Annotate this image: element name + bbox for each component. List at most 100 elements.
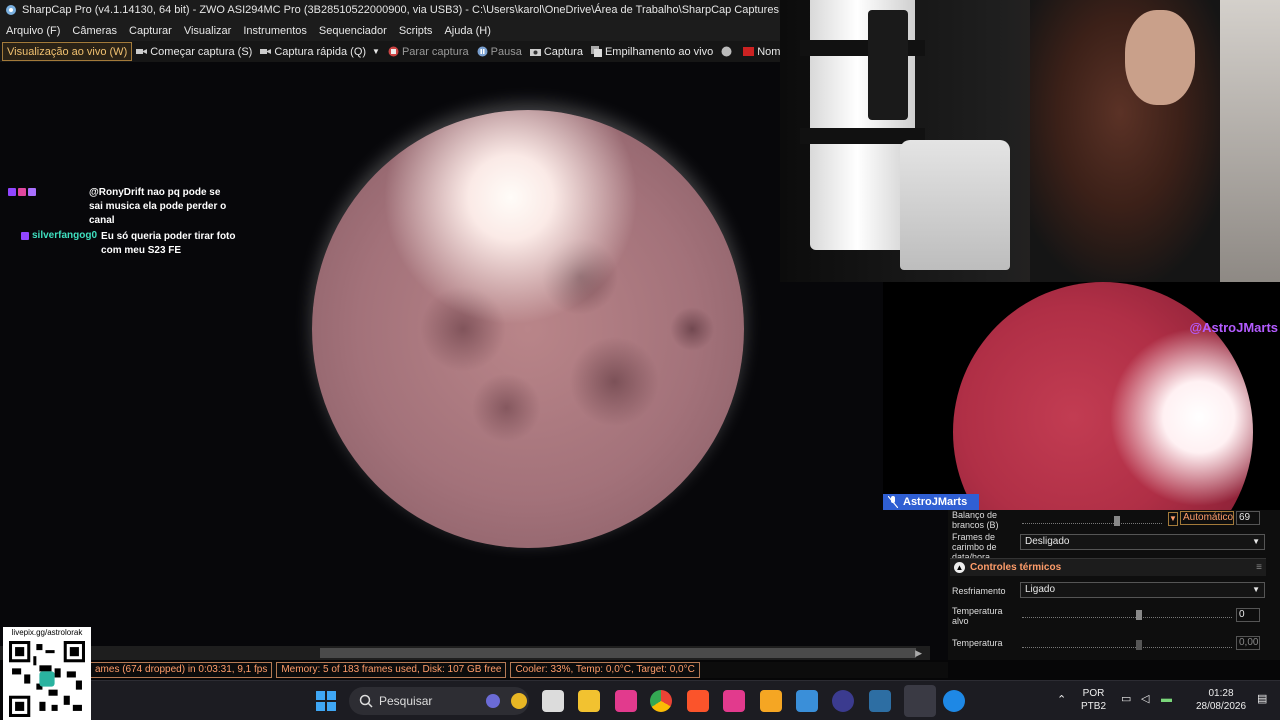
video-camera-icon [260,49,272,54]
start-capture-button[interactable]: Começar captura (S) [132,42,256,61]
photos-icon[interactable] [796,690,818,712]
temperature-label: Temperatura [952,638,1003,648]
moon-image [312,110,744,548]
thermal-controls-header[interactable]: ▲ Controles térmicos ≡ [950,558,1266,576]
pause-button[interactable]: Pausa [473,42,526,61]
snapshot-button[interactable]: Captura [526,42,587,61]
pause-label: Pausa [490,45,522,58]
white-balance-step-button[interactable]: ▼ [1168,512,1178,526]
chat-badges [8,188,36,228]
slider-knob[interactable] [1136,610,1142,620]
camera-icon [529,49,541,56]
app-pink-icon[interactable] [615,690,637,712]
live-stack-button[interactable]: Empilhamento ao vivo [587,42,717,61]
chat-username [39,186,85,228]
menu-cameras[interactable]: Câmeras [66,25,123,37]
chat-message: @RonyDrift nao pq pode se sai musica ela… [8,186,248,228]
chat-text: @RonyDrift nao pq pode se sai musica ela… [89,187,227,226]
brave-icon[interactable] [687,690,709,712]
clock[interactable]: 01:28 28/08/2026 [1191,687,1251,713]
language-code: POR [1082,688,1105,699]
timestamp-value: Desligado [1025,536,1070,547]
windows-taskbar: Pesquisar ⌃ POR PTB2 ▭ ◁ ▬ 01:28 28/08/2… [91,680,1280,720]
record-dot-icon [721,46,732,57]
cooling-value: Ligado [1025,584,1056,595]
stellarium-icon[interactable] [832,690,854,712]
stream-moon-inset: @AstroJMarts AstroJMarts [883,282,1280,510]
channel-handle: @AstroJMarts [1189,320,1278,335]
status-memory: Memory: 5 of 183 frames used, Disk: 107 … [276,662,507,678]
language-indicator[interactable]: POR PTB2 [1081,687,1106,713]
target-temp-label: Temperatura alvo [952,606,1003,626]
snapshot-label: Captura [543,45,583,58]
battery-icon[interactable]: ▬ [1161,693,1172,706]
scroll-right-icon[interactable]: ▶ [915,646,922,660]
start-capture-label: Começar captura (S) [150,45,253,58]
menu-scripts[interactable]: Scripts [393,25,439,37]
video-camera-icon [136,49,148,54]
badge-icon [28,188,36,196]
quick-capture-button[interactable]: Captura rápida (Q) ▼ [256,42,384,61]
window-title: SharpCap Pro (v4.1.14130, 64 bit) - ZWO … [22,4,779,16]
white-balance-value[interactable]: 69 [1236,511,1260,525]
donation-qr: livepix.gg/astrolorak [3,627,91,720]
network-icon[interactable]: ▭ [1121,693,1131,706]
white-balance-label: Balanço de brancos (B) [952,510,999,530]
clock-time: 01:28 [1208,688,1234,699]
menu-view[interactable]: Visualizar [178,25,238,37]
task-view-icon[interactable] [542,690,564,712]
cooling-label: Resfriamento [952,586,1006,596]
app-blue-icon[interactable] [943,690,965,712]
volume-icon[interactable]: ◁ [1141,693,1149,706]
app-pink-icon[interactable] [723,690,745,712]
notification-icon[interactable]: ▤ [1257,693,1267,706]
windows-start-icon[interactable] [315,690,337,712]
background-wall [1220,0,1280,282]
menu-sequencer[interactable]: Sequenciador [313,25,393,37]
white-balance-slider[interactable] [1022,514,1162,526]
app-orange-icon[interactable] [760,690,782,712]
menu-tools[interactable]: Instrumentos [237,25,313,37]
stop-capture-button[interactable]: Parar captura [384,42,473,61]
status-cooler: Cooler: 33%, Temp: 0,0°C, Target: 0,0°C [510,662,700,678]
live-view-label: Visualização ao vivo (W) [7,45,128,58]
file-explorer-icon[interactable] [578,690,600,712]
live-stack-label: Empilhamento ao vivo [604,45,714,58]
target-temp-slider[interactable] [1022,608,1232,620]
chat-username: silverfangog0 [32,230,98,241]
collapse-icon[interactable]: ▲ [954,562,965,573]
chrome-icon[interactable] [650,690,672,712]
menu-help[interactable]: Ajuda (H) [438,25,496,37]
stop-icon [388,46,399,57]
horizontal-scrollbar[interactable]: ▶ [0,646,930,660]
heart-badge-icon [18,188,26,196]
chevron-down-icon: ▼ [1252,585,1260,594]
emoji-icon[interactable] [511,693,527,709]
menu-capture[interactable]: Capturar [123,25,178,37]
astro-camera [868,10,908,120]
widget-icon[interactable] [486,694,500,708]
menu-file[interactable]: Arquivo (F) [0,25,66,37]
nameplate-text: AstroJMarts [903,496,968,508]
record-indicator [717,42,739,61]
scrollbar-thumb[interactable] [320,648,916,658]
cooling-select[interactable]: Ligado ▼ [1020,582,1265,598]
target-temp-value[interactable]: 0 [1236,608,1260,622]
slider-knob [1136,640,1142,650]
sharpcap-taskbar-icon[interactable] [904,685,936,717]
obs-icon[interactable] [869,690,891,712]
keyboard-layout: PTB2 [1081,701,1107,712]
chevron-up-icon[interactable]: ⌃ [1057,694,1066,707]
status-bar: ames (674 dropped) in 0:03:31, 9,1 fps M… [90,662,948,678]
chat-overlay: @RonyDrift nao pq pode se sai musica ela… [8,186,248,260]
pause-icon [477,46,488,57]
stop-capture-label: Parar captura [401,45,469,58]
slider-knob[interactable] [1114,516,1120,526]
chevron-down-icon[interactable]: ▼ [372,47,380,56]
white-balance-auto[interactable]: Automático [1180,511,1234,525]
qr-url: livepix.gg/astrolorak [11,628,83,637]
live-view-button[interactable]: Visualização ao vivo (W) [2,42,133,61]
hamburger-icon[interactable]: ≡ [1256,559,1262,577]
taskbar-search[interactable]: Pesquisar [349,687,529,715]
timestamp-select[interactable]: Desligado ▼ [1020,534,1265,550]
